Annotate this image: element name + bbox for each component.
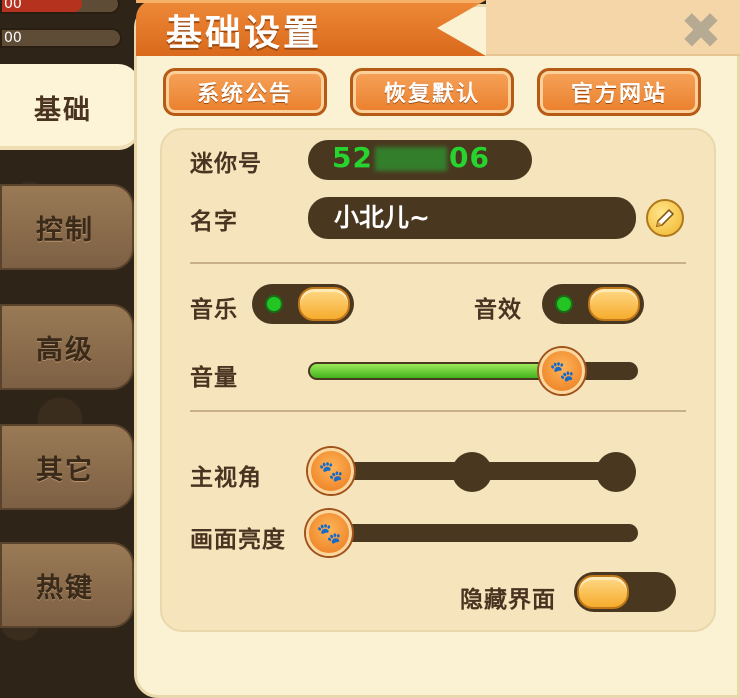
- restore-default-button-label: 恢复默认: [383, 82, 480, 107]
- tab-basic-label: 基础: [34, 94, 92, 126]
- name-value: 小北儿~: [334, 203, 430, 232]
- tab-hotkeys[interactable]: 热键: [0, 542, 134, 628]
- music-label: 音乐: [190, 297, 238, 323]
- edit-name-button[interactable]: [646, 199, 684, 237]
- restore-default-button[interactable]: 恢复默认: [350, 68, 514, 116]
- paw-icon: 🐾: [318, 459, 344, 483]
- view-label: 主视角: [190, 465, 262, 491]
- sfx-toggle[interactable]: [542, 284, 644, 324]
- tab-controls[interactable]: 控制: [0, 184, 134, 270]
- tab-other[interactable]: 其它: [0, 424, 134, 510]
- health-bar: 00: [0, 0, 120, 14]
- official-site-button-label: 官方网站: [570, 82, 667, 107]
- paw-icon: 🐾: [316, 521, 342, 545]
- close-x-icon: ✖: [680, 2, 722, 60]
- brightness-slider-knob[interactable]: 🐾: [306, 510, 352, 556]
- paw-icon: 🐾: [549, 359, 575, 383]
- mini-id-mask: [374, 147, 447, 171]
- hide-ui-toggle[interactable]: [574, 572, 676, 612]
- music-toggle[interactable]: [252, 284, 354, 324]
- brightness-slider[interactable]: [318, 524, 638, 542]
- tab-advanced[interactable]: 高级: [0, 304, 134, 390]
- health-bar-text: 00: [4, 0, 22, 12]
- pencil-icon: [655, 208, 675, 228]
- tab-controls-label: 控制: [36, 214, 94, 246]
- page-title: 基础设置: [166, 13, 323, 54]
- divider-2: [190, 410, 686, 412]
- hide-ui-label: 隐藏界面: [460, 587, 556, 613]
- sfx-label: 音效: [474, 297, 522, 323]
- hunger-bar-text: 00: [4, 30, 22, 46]
- volume-slider-fill: [310, 364, 561, 378]
- music-toggle-indicator: [265, 295, 283, 313]
- volume-slider-knob[interactable]: 🐾: [539, 348, 585, 394]
- mini-id-prefix: 52: [332, 141, 373, 174]
- tab-basic[interactable]: 基础: [0, 64, 140, 150]
- hunger-bar: 00: [0, 28, 122, 48]
- volume-slider[interactable]: [308, 362, 638, 380]
- tab-advanced-label: 高级: [36, 334, 94, 366]
- sfx-toggle-indicator: [555, 295, 573, 313]
- hide-ui-toggle-knob: [577, 575, 629, 609]
- brightness-label: 画面亮度: [190, 527, 286, 553]
- close-button[interactable]: ✖: [678, 2, 724, 60]
- volume-label: 音量: [190, 365, 238, 391]
- sfx-toggle-knob: [588, 287, 640, 321]
- mini-id-suffix: 06: [448, 141, 490, 174]
- mini-id-value: 52 06: [332, 141, 490, 174]
- name-label: 名字: [190, 209, 238, 235]
- view-option-3[interactable]: [596, 452, 636, 492]
- announcement-button-label: 系统公告: [196, 82, 293, 107]
- tab-hotkeys-label: 热键: [36, 572, 94, 604]
- music-toggle-knob: [298, 287, 350, 321]
- mini-id-label: 迷你号: [190, 151, 262, 177]
- announcement-button[interactable]: 系统公告: [163, 68, 327, 116]
- tab-other-label: 其它: [36, 454, 94, 486]
- view-slider-knob[interactable]: 🐾: [308, 448, 354, 494]
- view-option-2[interactable]: [452, 452, 492, 492]
- divider-1: [190, 262, 686, 264]
- official-site-button[interactable]: 官方网站: [537, 68, 701, 116]
